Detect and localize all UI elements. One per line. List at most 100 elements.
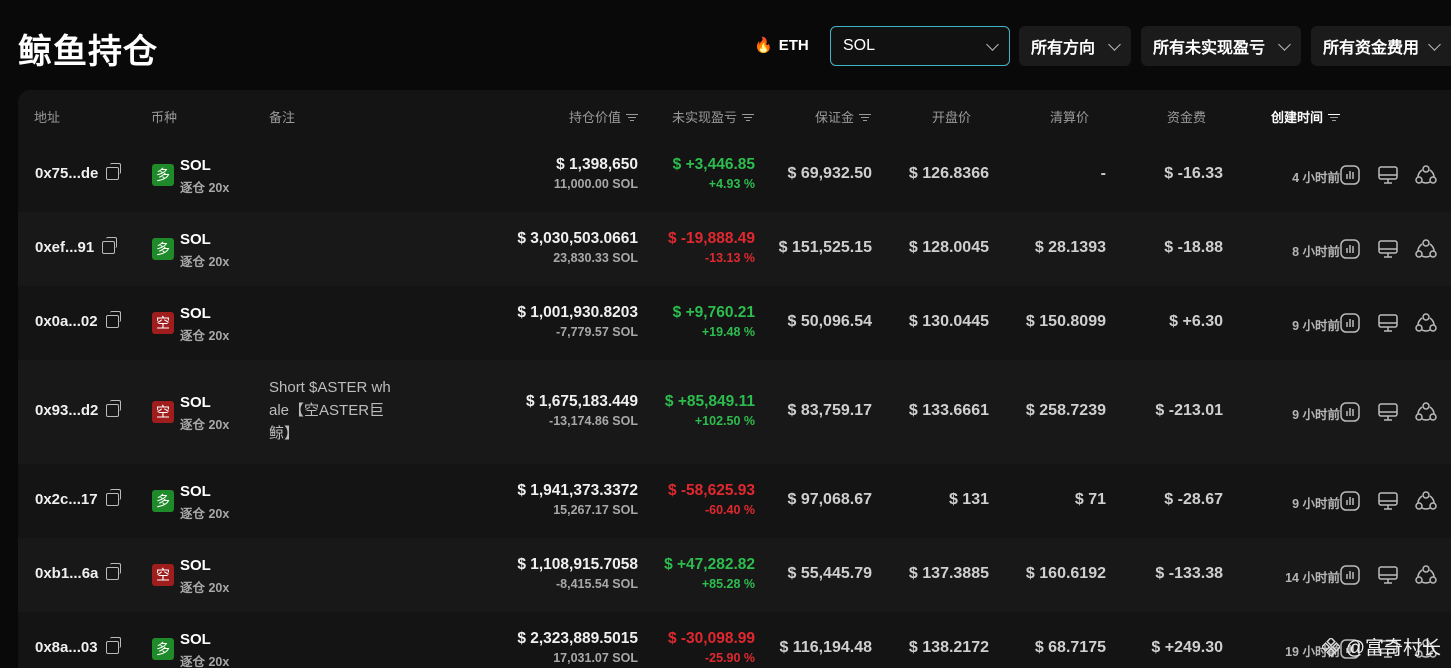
header-position-value[interactable]: 持仓价值 [569, 107, 638, 126]
unrealized-pnl-pct: -13.13 % [704, 251, 755, 265]
sort-icon [1328, 114, 1340, 123]
sort-icon [742, 114, 754, 123]
address-cell[interactable]: 0x93...d2 [35, 400, 122, 419]
created-time: 8 小时前 [1292, 245, 1340, 259]
table-row[interactable]: 0x93...d2 空 SOL 逐仓 20x Short $ASTER whal… [18, 360, 1451, 464]
chart-bars-icon[interactable] [1339, 164, 1361, 186]
share-icon[interactable] [1415, 312, 1437, 334]
header-position-value-label: 持仓价值 [568, 110, 621, 125]
entry-price: $ 126.8366 [908, 165, 989, 182]
unrealized-pnl: $ +3,446.85 [672, 156, 755, 173]
unrealized-pnl: $ +9,760.21 [672, 304, 755, 321]
side-badge: 多 [152, 238, 174, 260]
chart-bars-icon[interactable] [1339, 238, 1361, 260]
table-row[interactable]: 0x2c...17 多 SOL 逐仓 20x $ 1,941,373.3372 … [18, 464, 1451, 538]
chart-bars-icon[interactable] [1339, 401, 1361, 423]
liq-price: $ 68.7175 [1034, 639, 1106, 656]
direction-select[interactable]: 所有方向 [1019, 26, 1131, 66]
sort-icon [859, 114, 871, 123]
monitor-icon[interactable] [1377, 401, 1399, 423]
address-cell[interactable]: 0x75...de [35, 163, 122, 182]
chart-bars-icon[interactable] [1339, 490, 1361, 512]
share-icon[interactable] [1415, 164, 1437, 186]
address-cell[interactable]: 0x2c...17 [35, 489, 121, 508]
position-size: 17,031.07 SOL [553, 651, 638, 665]
address-cell[interactable]: 0xef...91 [35, 237, 118, 256]
table-row[interactable]: 0xb1...6a 空 SOL 逐仓 20x $ 1,108,915.7058 … [18, 538, 1451, 612]
share-icon[interactable] [1415, 564, 1437, 586]
copy-icon[interactable] [105, 637, 121, 654]
margin-value: $ 69,932.50 [787, 165, 872, 182]
copy-icon[interactable] [102, 237, 118, 254]
entry-price: $ 128.0045 [908, 239, 989, 256]
share-icon[interactable] [1415, 401, 1437, 423]
chevron-down-icon [986, 37, 999, 51]
monitor-icon[interactable] [1377, 238, 1399, 260]
address-cell[interactable]: 0xb1...6a [35, 563, 122, 582]
share-icon[interactable] [1415, 238, 1437, 260]
position-value: $ 1,108,915.7058 [517, 556, 638, 573]
chart-bars-icon[interactable] [1339, 564, 1361, 586]
created-time: 9 小时前 [1292, 497, 1340, 511]
funding-select[interactable]: 所有资金费用 [1311, 26, 1451, 66]
eth-chip[interactable]: 🔥 ETH [754, 36, 809, 55]
copy-icon[interactable] [106, 563, 122, 580]
leverage-label: 逐仓 20x [180, 581, 230, 595]
chart-bars-icon[interactable] [1339, 312, 1361, 334]
table-row[interactable]: 0x0a...02 空 SOL 逐仓 20x $ 1,001,930.8203 … [18, 286, 1451, 360]
address-cell[interactable]: 0x8a...03 [35, 637, 121, 656]
header-note: 备注 [269, 110, 296, 125]
position-value: $ 2,323,889.5015 [517, 630, 638, 647]
table-row[interactable]: 0xef...91 多 SOL 逐仓 20x $ 3,030,503.0661 … [18, 212, 1451, 286]
margin-value: $ 55,445.79 [787, 565, 872, 582]
address-text: 0xef...91 [35, 239, 95, 256]
copy-icon[interactable] [105, 489, 121, 506]
coin-select-value: SOL [843, 37, 876, 54]
side-badge: 空 [152, 564, 174, 586]
pnl-select[interactable]: 所有未实现盈亏 [1141, 26, 1301, 66]
header-margin[interactable]: 保证金 [815, 107, 871, 126]
leverage-label: 逐仓 20x [180, 329, 230, 343]
liq-price: $ 71 [1074, 491, 1106, 508]
funding-select-value: 所有资金费用 [1323, 40, 1420, 57]
side-badge: 多 [152, 638, 174, 660]
header-created[interactable]: 创建时间 [1271, 107, 1340, 126]
fire-icon: 🔥 [754, 37, 773, 54]
monitor-icon[interactable] [1377, 490, 1399, 512]
chevron-down-icon [1108, 37, 1121, 51]
leverage-label: 逐仓 20x [180, 507, 230, 521]
margin-value: $ 83,759.17 [787, 402, 872, 419]
page-title: 鲸鱼持仓 [18, 33, 158, 71]
created-time: 14 小时前 [1285, 571, 1340, 585]
copy-icon[interactable] [106, 163, 122, 180]
monitor-icon[interactable] [1377, 312, 1399, 334]
unrealized-pnl: $ -19,888.49 [667, 230, 755, 247]
address-text: 0x8a...03 [35, 639, 98, 656]
monitor-icon[interactable] [1377, 164, 1399, 186]
created-time: 9 小时前 [1292, 319, 1340, 333]
table-row[interactable]: 0x75...de 多 SOL 逐仓 20x $ 1,398,650 11,00… [18, 138, 1451, 212]
header-liq-price: 清算价 [1049, 110, 1089, 125]
copy-icon[interactable] [105, 311, 121, 328]
address-cell[interactable]: 0x0a...02 [35, 311, 121, 330]
unrealized-pnl: $ -58,625.93 [667, 482, 755, 499]
address-text: 0x0a...02 [35, 313, 98, 330]
position-value: $ 1,675,183.449 [525, 393, 638, 410]
header-created-label: 创建时间 [1270, 110, 1323, 125]
share-icon[interactable] [1415, 490, 1437, 512]
coin-symbol: SOL [180, 557, 211, 574]
monitor-icon[interactable] [1377, 564, 1399, 586]
unrealized-pnl: $ +85,849.11 [664, 393, 755, 410]
header-unrealized-pnl[interactable]: 未实现盈亏 [672, 107, 754, 126]
table-row[interactable]: 0x8a...03 多 SOL 逐仓 20x $ 2,323,889.5015 … [18, 612, 1451, 668]
coin-select[interactable]: SOL [830, 26, 1010, 66]
entry-price: $ 131 [948, 491, 989, 508]
copy-icon[interactable] [106, 400, 122, 417]
margin-value: $ 50,096.54 [787, 313, 872, 330]
funding-value: $ -133.38 [1155, 565, 1223, 582]
direction-select-value: 所有方向 [1031, 40, 1096, 57]
chevron-down-icon [1278, 37, 1291, 51]
liq-price: $ 28.1393 [1034, 239, 1106, 256]
coin-symbol: SOL [180, 305, 211, 322]
coin-symbol: SOL [180, 394, 211, 411]
